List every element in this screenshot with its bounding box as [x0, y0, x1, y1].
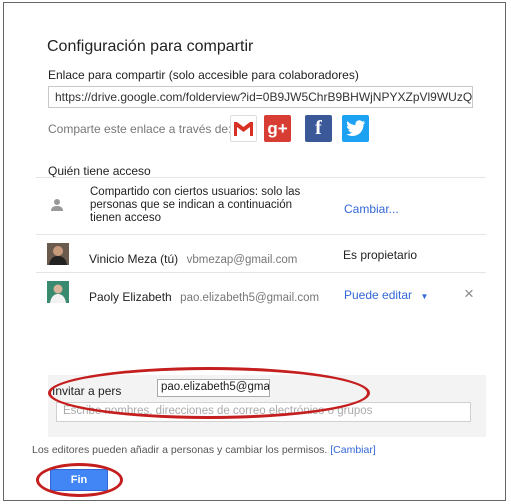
avatar: [47, 281, 69, 303]
people-icon: [50, 198, 68, 212]
editor-entry: Paoly Elizabeth pao.elizabeth5@gmail.com: [89, 288, 319, 306]
annotation-ellipse-done: [36, 463, 123, 497]
owner-email: vbmezap@gmail.com: [186, 254, 298, 266]
change-permissions-link[interactable]: [Cambiar]: [330, 444, 376, 456]
share-via-label: Comparte este enlace a través de:: [48, 122, 232, 136]
owner-role: Es propietario: [343, 248, 418, 262]
chevron-down-icon: ▼: [420, 292, 429, 301]
avatar: [47, 243, 69, 265]
footnote-text: Los editores pueden añadir a personas y …: [32, 444, 328, 456]
share-link-field[interactable]: https://drive.google.com/folderview?id=0…: [48, 86, 473, 108]
permission-dropdown[interactable]: Puede editar ▼: [344, 286, 428, 304]
twitter-icon[interactable]: [342, 115, 369, 142]
divider: [36, 234, 486, 235]
gmail-icon[interactable]: [230, 115, 257, 142]
sharing-scope-text: Compartido con ciertos usuarios: solo la…: [90, 186, 301, 224]
editor-email: pao.elizabeth5@gmail.com: [180, 292, 320, 304]
divider: [36, 177, 486, 178]
editors-permission-note: Los editores pueden añadir a personas y …: [32, 444, 376, 456]
permission-label: Puede editar: [344, 288, 413, 302]
change-scope-link[interactable]: Cambiar...: [344, 202, 399, 216]
editor-name: Paoly Elizabeth: [89, 290, 172, 304]
share-link-label: Enlace para compartir (solo accesible pa…: [48, 68, 359, 82]
facebook-icon[interactable]: f: [305, 115, 332, 142]
dialog-title: Configuración para compartir: [47, 38, 254, 55]
divider: [36, 272, 486, 273]
access-section-label: Quién tiene acceso: [48, 164, 151, 178]
google-plus-icon[interactable]: g+: [264, 115, 291, 142]
annotation-ellipse-invite: [48, 367, 370, 419]
owner-entry: Vinicio Meza (tú) vbmezap@gmail.com: [89, 250, 297, 268]
remove-user-button[interactable]: ×: [464, 284, 474, 304]
owner-name: Vinicio Meza (tú): [89, 252, 179, 266]
